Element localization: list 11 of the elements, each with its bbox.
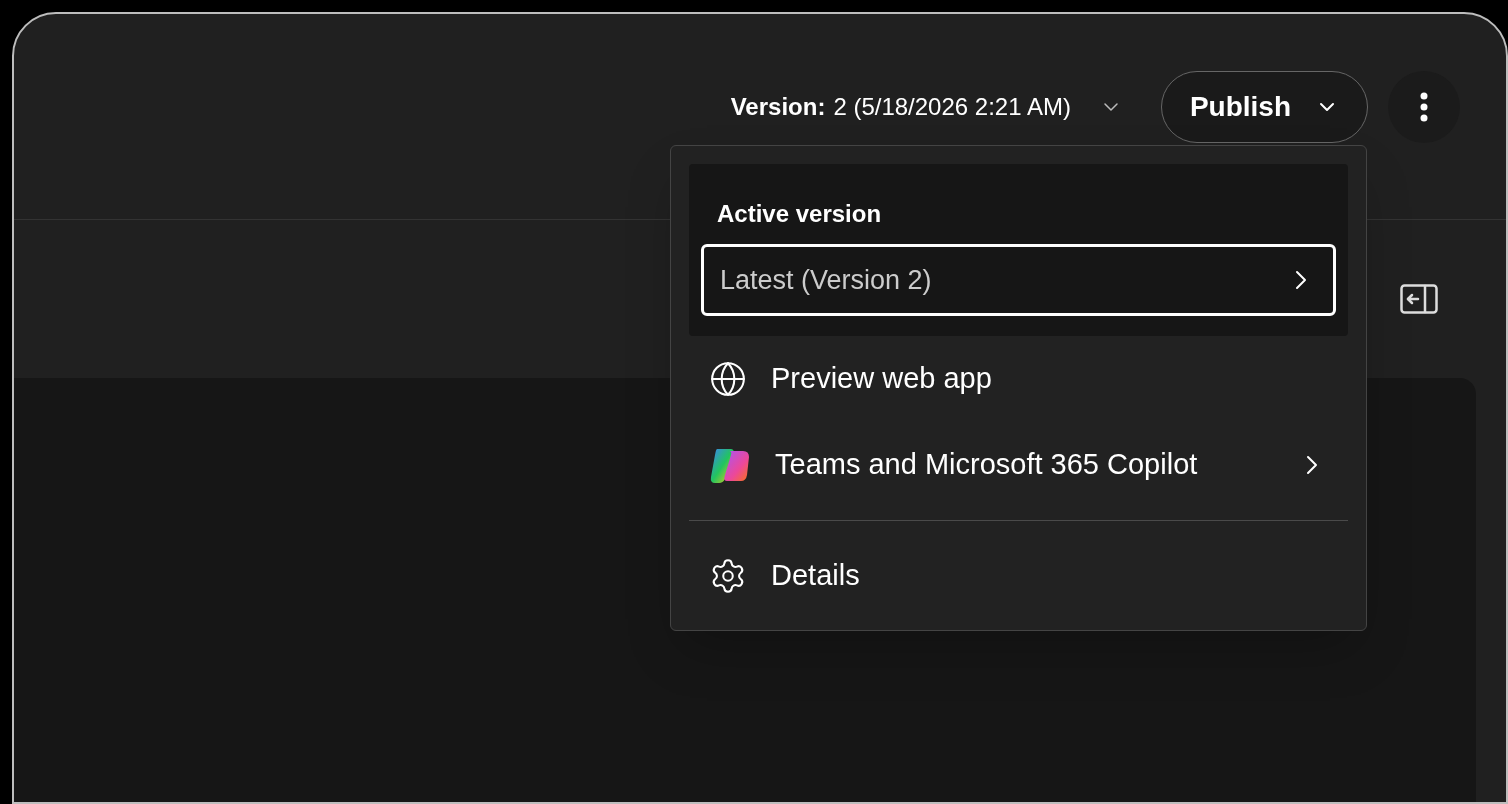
publish-button[interactable]: Publish (1160, 71, 1368, 143)
version-select[interactable]: Latest (Version 2) (701, 244, 1336, 316)
menu-item[interactable]: Preview web app (689, 336, 1348, 422)
more-icon (1420, 92, 1428, 122)
collapse-panel-icon (1400, 284, 1438, 314)
menu-item[interactable]: Details (689, 533, 1348, 619)
panel-toggle-button[interactable] (1400, 284, 1438, 314)
version-dropdown[interactable]: Version: 2 (5/18/2026 2:21 AM) (730, 71, 1123, 143)
menu-item[interactable]: Teams and Microsoft 365 Copilot (689, 422, 1348, 508)
globe-icon (709, 360, 747, 398)
section-title: Active version (716, 199, 883, 229)
